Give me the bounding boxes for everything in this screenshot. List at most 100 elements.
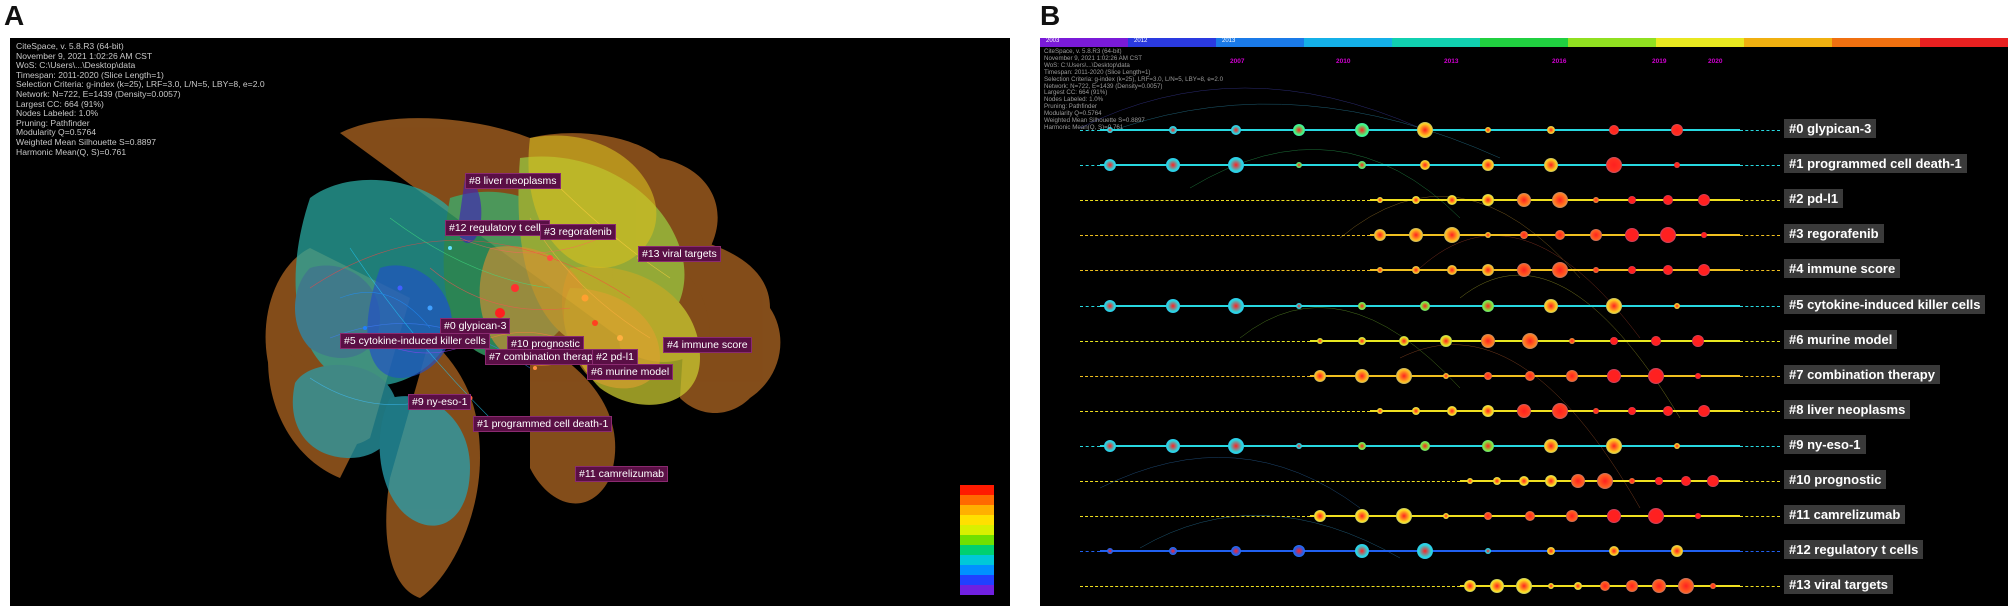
citation-node [1358,441,1366,450]
citation-node [1651,335,1661,346]
citation-node [1525,370,1535,381]
timeline-dotted-line [1080,165,1100,167]
citation-node [1707,475,1719,487]
citation-node [1698,264,1710,277]
citation-node [1593,267,1599,274]
citation-node [1355,509,1369,524]
citation-node [1444,227,1460,244]
citation-node [1443,513,1449,520]
citation-node [1593,407,1599,414]
citation-node [1104,159,1116,172]
citation-node [1169,547,1177,556]
citation-node [1417,122,1433,138]
citation-node [1358,301,1366,310]
citation-node [1698,404,1710,417]
citation-node [1412,196,1420,205]
citation-node [1547,547,1555,556]
citation-node [1548,583,1554,590]
timeline-dotted-line [1740,551,1780,553]
citation-node [1358,161,1366,170]
legend-swatch [960,585,994,595]
citation-node [1626,580,1638,593]
citation-node [1609,546,1619,557]
timeline-dotted-line [1740,165,1780,167]
cluster-label-murine-model: #6 murine model [587,364,674,380]
year-label: 2013 [1444,58,1459,65]
timeline-dotted-line [1080,270,1370,272]
citation-node [1396,367,1412,384]
citation-node [1107,127,1113,133]
legend-swatch [960,495,994,505]
citation-node [1710,583,1716,590]
cluster-label-programmed-cell-death-1: #1 programmed cell death-1 [473,416,613,432]
year-label: 2020 [1708,58,1723,65]
panel-letter-a: A [4,0,25,31]
citation-node [1574,582,1582,591]
citation-node [1545,475,1557,487]
timeline-dotted-line [1740,130,1780,131]
citation-node [1440,334,1452,347]
citation-node [1674,442,1680,449]
citation-node [1597,473,1613,489]
citation-node [1698,194,1710,207]
year-label: 2019 [1652,58,1667,65]
citation-node [1374,229,1386,242]
citation-node [1443,372,1449,379]
timeline-row: #10 prognostic [1040,464,2008,499]
panel-letter-b: B [1040,0,1061,31]
citation-node [1464,580,1476,593]
timeline-dotted-line [1740,305,1780,307]
citation-node [1417,543,1433,560]
citation-node [1695,372,1701,379]
citation-node [1484,512,1492,521]
citation-node [1606,297,1622,314]
citation-node [1648,508,1664,525]
timeline-cluster-label: #12 regulatory t cells [1784,540,1924,560]
timeline-row: #3 regorafenib [1040,218,2008,253]
timeline-cluster-label: #1 programmed cell death-1 [1784,154,1967,174]
citation-node [1377,197,1383,204]
timeline-row: #8 liver neoplasms [1040,394,2008,429]
citation-node [1552,262,1568,279]
citation-node [1671,545,1683,558]
citation-node [1552,402,1568,419]
citation-node [1519,476,1529,486]
citation-node [1547,126,1555,134]
timeline-cluster-label: #10 prognostic [1784,470,1887,489]
citation-node [1607,509,1621,524]
timeline-row: #12 regulatory t cells [1040,534,2008,569]
citation-node [1490,579,1504,594]
cluster-label-regorafenib: #3 regorafenib [540,224,616,240]
citation-node [1625,228,1639,243]
timeline-cluster-label: #13 viral targets [1784,575,1894,595]
timeline-cluster-label: #4 immune score [1784,259,1901,279]
timeline-dotted-line [1080,200,1370,202]
timeline-dotted-line [1080,130,1100,131]
timeline-dotted-line [1740,586,1780,588]
citation-node [1600,581,1610,592]
citation-node [1606,157,1622,174]
citation-node [1166,158,1180,173]
legend-swatch [960,555,994,565]
citation-node [1610,336,1618,345]
timeline-cluster-label: #7 combination therapy [1784,364,1940,384]
citation-node [1482,439,1494,452]
cluster-label-camrelizumab: #11 camrelizumab [575,466,669,482]
citation-node [1412,266,1420,275]
citation-node [1228,437,1244,454]
timeline-row: #4 immune score [1040,253,2008,288]
citation-node [1522,332,1538,349]
legend-swatch [960,515,994,525]
color-legend [960,485,994,595]
citation-node [1552,192,1568,209]
cluster-label-glypican-3: #0 glypican-3 [440,318,511,334]
legend-swatch [960,545,994,555]
cluster-label-viral-targets: #13 viral targets [638,246,721,262]
citation-node [1663,195,1673,206]
citation-node [1648,367,1664,384]
citation-node [1355,368,1369,383]
citation-node [1231,125,1241,135]
citation-node [1317,337,1323,344]
timeline-cluster-label: #2 pd-l1 [1784,189,1844,209]
citation-node [1692,334,1704,347]
